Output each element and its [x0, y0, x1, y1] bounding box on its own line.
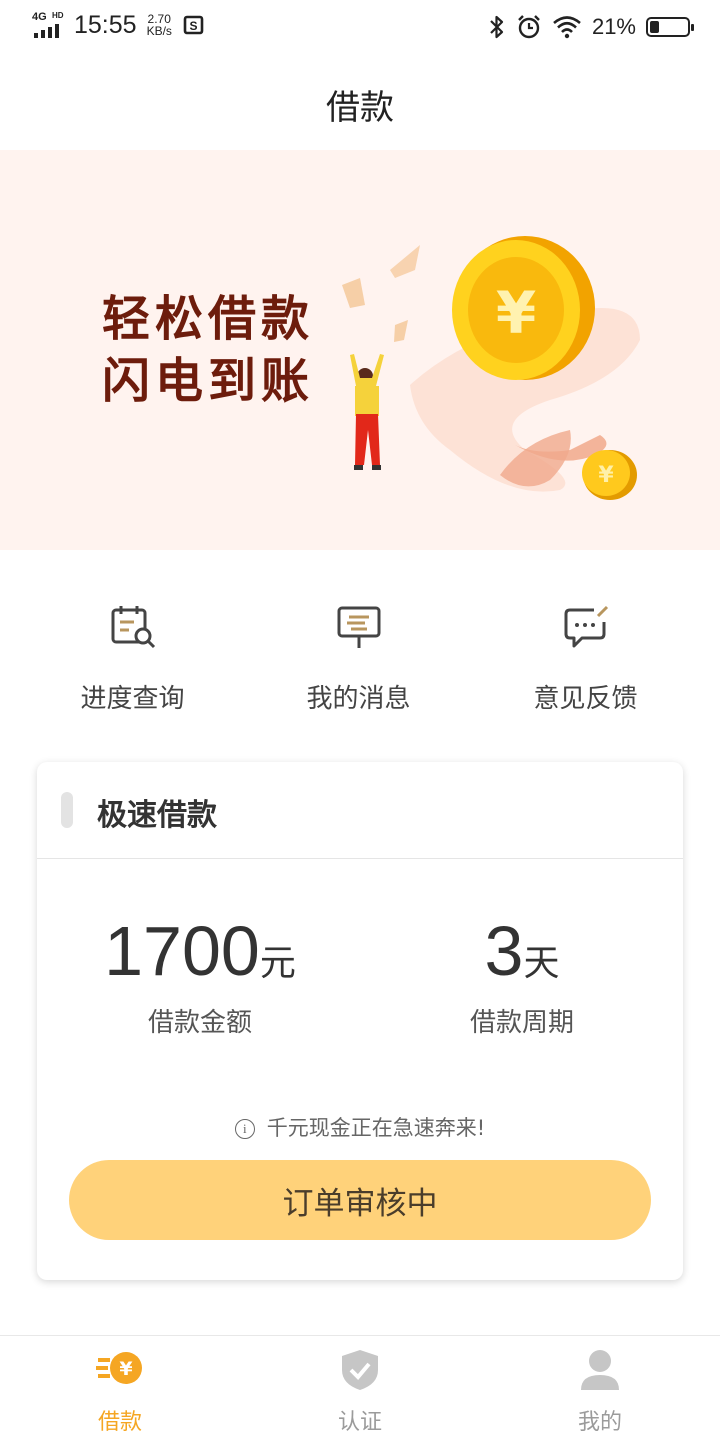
page-title: 借款: [326, 87, 394, 128]
period-unit: 天: [523, 943, 560, 984]
amount-value: 1700: [104, 912, 260, 990]
battery-percent: 21%: [591, 14, 636, 39]
user-icon: [581, 1350, 619, 1390]
bottom-tab-bar: ¥ 借款 认证 我的: [0, 1335, 720, 1437]
tip-text: i 千元现金正在急速奔来!: [37, 1112, 683, 1142]
yen-coin-icon: ¥: [96, 1352, 142, 1384]
screenshot-icon: S: [183, 15, 204, 35]
shield-check-icon: [342, 1350, 378, 1390]
network-speed: 2.70 KB/s: [146, 12, 172, 38]
loan-card: 极速借款 1700元 借款金额 3天 借款周期 i 千元现金正在急速奔来! 订单审…: [37, 762, 683, 1280]
cellular-signal-icon: 4G HD: [30, 10, 68, 40]
info-icon: i: [234, 1119, 255, 1139]
alarm-icon: [518, 15, 540, 39]
loan-amount: 1700元 借款金额: [95, 912, 305, 1039]
period-value: 3: [484, 912, 524, 990]
status-bar: 4G HD 15:55 2.70 KB/s S 21%: [0, 0, 720, 58]
amount-unit: 元: [259, 943, 296, 984]
tab-certification[interactable]: 认证: [240, 1348, 480, 1436]
svg-text:S: S: [189, 19, 197, 33]
chat-edit-icon: [564, 605, 608, 648]
card-title-marker: [61, 792, 73, 828]
calendar-search-icon: [111, 606, 155, 649]
period-label: 借款周期: [469, 1008, 574, 1038]
my-messages-button[interactable]: 我的消息: [245, 600, 472, 715]
svg-text:¥: ¥: [598, 463, 614, 488]
wifi-icon: [553, 16, 581, 39]
battery-icon: [646, 17, 694, 37]
banner-slogan: 轻松借款 闪电到账: [102, 291, 315, 409]
signpost-icon: [337, 606, 380, 648]
progress-query-button[interactable]: 进度查询: [19, 600, 246, 715]
clock: 15:55: [74, 10, 137, 39]
card-header: 极速借款: [37, 762, 683, 859]
svg-text:¥: ¥: [496, 279, 536, 347]
tab-mine[interactable]: 我的: [480, 1348, 720, 1436]
quick-actions: 进度查询 我的消息 意见反馈: [0, 600, 720, 720]
promo-banner[interactable]: 轻松借款 闪电到账 ¥ ¥: [0, 150, 720, 550]
order-status-button[interactable]: 订单审核中: [69, 1160, 651, 1240]
feedback-button[interactable]: 意见反馈: [472, 600, 699, 715]
loan-period: 3天 借款周期: [442, 912, 602, 1039]
bluetooth-icon: [490, 15, 504, 39]
amount-label: 借款金额: [147, 1008, 252, 1038]
coin-illustration: ¥ ¥: [342, 236, 640, 500]
card-title: 极速借款: [97, 798, 217, 833]
tab-loan[interactable]: ¥ 借款: [0, 1348, 240, 1436]
svg-text:¥: ¥: [119, 1358, 132, 1380]
title-bar: 借款: [0, 58, 720, 150]
